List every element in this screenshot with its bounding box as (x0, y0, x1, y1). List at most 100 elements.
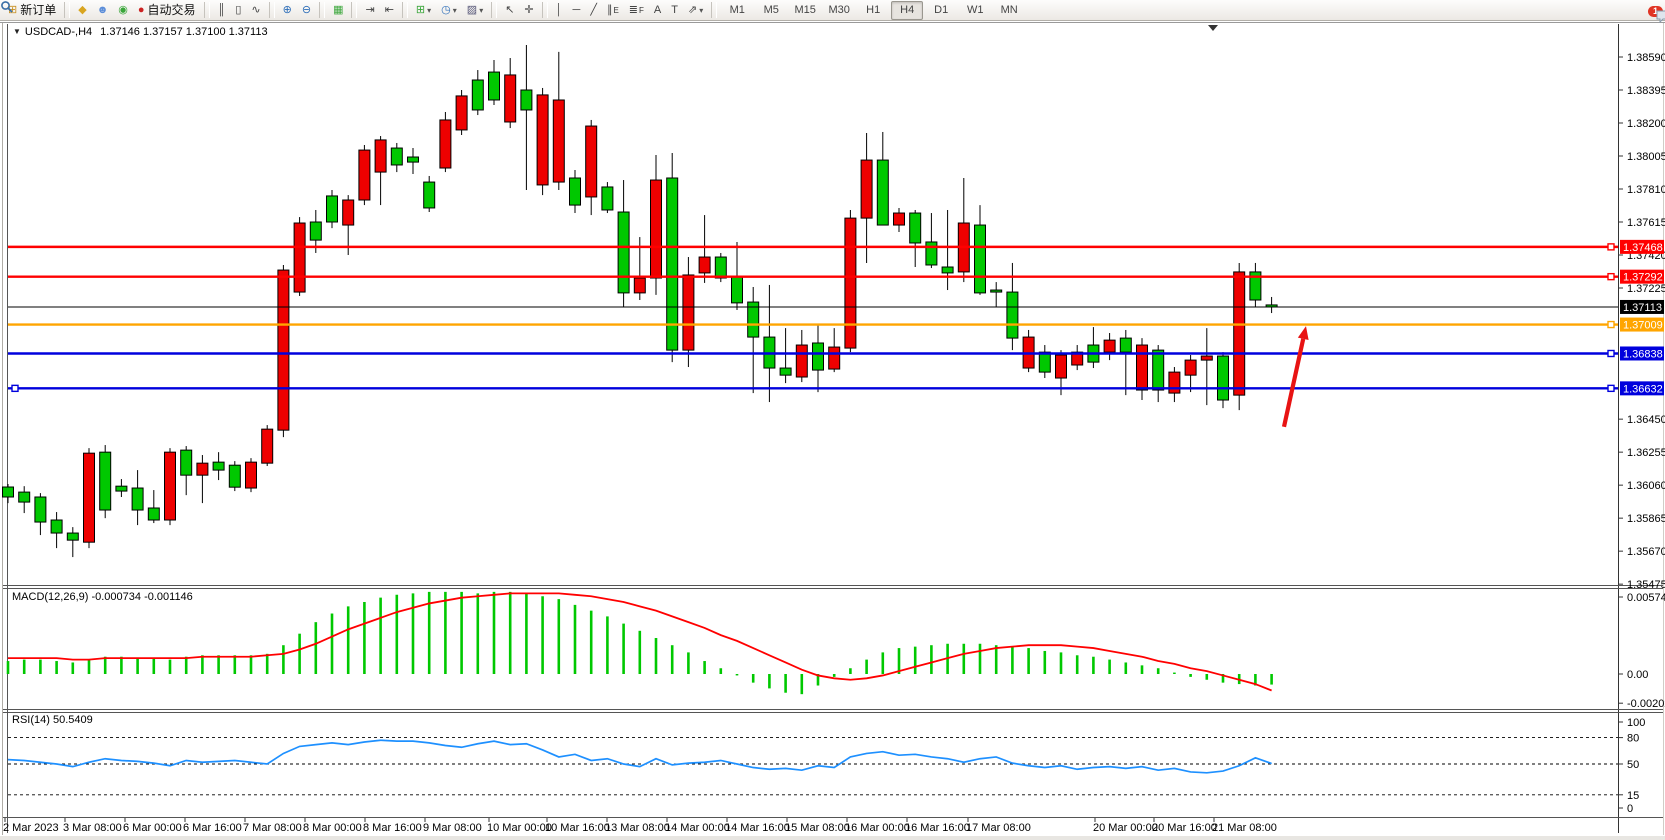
channel-button[interactable]: ∥E (603, 1, 623, 20)
bars-button[interactable]: ║ (214, 1, 230, 20)
pivot-line-handle[interactable] (1608, 322, 1614, 328)
candle-body (489, 72, 500, 100)
timeframe-w1[interactable]: W1 (959, 1, 991, 20)
fibo-button-letter: F (639, 2, 644, 19)
arrows-button[interactable]: ⇗▾ (684, 1, 707, 20)
template-button[interactable]: ▨▾ (463, 1, 487, 20)
template-button-icon: ▨ (467, 2, 477, 19)
channel-button-letter: E (613, 2, 618, 19)
toolbar-separator (269, 2, 275, 18)
cursor-button[interactable]: ↖ (501, 1, 518, 20)
time-tick-label: 6 Mar 16:00 (183, 822, 242, 834)
time-tick-label: 16 Mar 16:00 (905, 822, 970, 834)
time-tick-label: 21 Mar 08:00 (1212, 822, 1277, 834)
candle-body (699, 257, 710, 273)
trendline-button[interactable]: ╱ (586, 1, 601, 20)
chevron-down-icon[interactable]: ▾ (699, 2, 703, 19)
candle-body (796, 345, 807, 377)
candle-body (813, 343, 824, 370)
resistance-line-1-handle[interactable] (1608, 244, 1614, 250)
community-button[interactable]: ☻ (93, 1, 113, 20)
candle-body (715, 257, 726, 278)
zoom-out-button[interactable]: ⊖ (298, 1, 315, 20)
time-tick-label: 8 Mar 16:00 (363, 822, 422, 834)
chevron-down-icon[interactable]: ▾ (453, 2, 457, 19)
tile-windows-button[interactable]: ▦ (329, 1, 347, 20)
macd-tick-label: -0.002027 (1627, 698, 1665, 710)
candle-body (845, 218, 856, 348)
candle-body (634, 278, 645, 293)
candle-body (586, 126, 597, 197)
support-line-1-handle[interactable] (1608, 350, 1614, 356)
bid-price-label: 1.37113 (1623, 302, 1662, 314)
rsi-indicator-label: RSI(14) 50.5409 (12, 714, 93, 726)
rsi-tick-label: 0 (1627, 803, 1633, 815)
macd-tick-label: 0.00 (1627, 669, 1648, 681)
fibo-button[interactable]: ≣F (625, 1, 648, 20)
time-tick-label: 13 Mar 08:00 (605, 822, 670, 834)
chevron-down-icon[interactable]: ▾ (427, 2, 431, 19)
price-tick-label: 1.35475 (1627, 579, 1665, 591)
time-tick-label: 3 Mar 08:00 (63, 822, 122, 834)
candle-body (861, 160, 872, 218)
time-tick-label: 14 Mar 16:00 (725, 822, 790, 834)
channel-button-icon: ∥ (607, 2, 613, 19)
candle-body (343, 200, 354, 225)
candle-body (132, 488, 143, 510)
candles-button[interactable]: ▯ (231, 1, 245, 20)
chart-dropdown-icon[interactable]: ▼ (13, 27, 21, 36)
label-button-icon: T (671, 2, 678, 19)
price-tick-label: 1.35865 (1627, 513, 1665, 525)
candle-body (505, 75, 516, 122)
market-button[interactable]: ◆ (74, 1, 90, 20)
candle-body (67, 533, 78, 540)
candle-body (197, 463, 208, 475)
timeframe-m15[interactable]: M15 (789, 1, 821, 20)
candle-body (1137, 345, 1148, 390)
market-button-icon: ◆ (78, 2, 86, 19)
period-button[interactable]: ◷▾ (437, 1, 461, 20)
timeframe-h4[interactable]: H4 (891, 1, 923, 20)
candle-body (780, 368, 791, 375)
candle-body (553, 100, 564, 182)
new-chart-button[interactable]: ⊞▾ (412, 1, 435, 20)
autotrading-button[interactable]: ●自动交易 (134, 1, 200, 20)
candle-body (310, 222, 321, 240)
tile-windows-button-icon: ▦ (333, 2, 343, 19)
price-tick-label: 1.38005 (1627, 151, 1665, 163)
candle-body (926, 242, 937, 265)
support-line-2-left-handle[interactable] (12, 385, 18, 391)
timeframe-m1[interactable]: M1 (721, 1, 753, 20)
candle-body (148, 508, 159, 520)
macd-indicator-label: MACD(12,26,9) -0.000734 -0.001146 (12, 591, 193, 603)
label-button[interactable]: T (667, 1, 682, 20)
line-chart-button[interactable]: ∿ (247, 1, 264, 20)
time-tick-label: 15 Mar 08:00 (785, 822, 850, 834)
candle-body (570, 178, 581, 205)
timeframe-m30[interactable]: M30 (823, 1, 855, 20)
crosshair-button[interactable]: ✛ (520, 1, 537, 20)
auto-scroll-button[interactable]: ⇥ (361, 1, 378, 20)
chevron-down-icon[interactable]: ▾ (479, 2, 483, 19)
text-button[interactable]: A (650, 1, 665, 20)
chart-shift-button[interactable]: ⇤ (381, 1, 398, 20)
timeframe-d1[interactable]: D1 (925, 1, 957, 20)
price-tick-label: 1.35670 (1627, 546, 1665, 558)
news-button[interactable]: ◉ (114, 1, 132, 20)
candle-body (1185, 360, 1196, 375)
resistance-line-2-handle[interactable] (1608, 274, 1614, 280)
candle-body (213, 462, 224, 470)
candle-body (732, 277, 743, 303)
hline-button-icon: ─ (573, 2, 581, 19)
window-bottom-strip (0, 836, 1665, 840)
support-line-2-handle[interactable] (1608, 385, 1614, 391)
hline-button[interactable]: ─ (569, 1, 585, 20)
vline-button[interactable]: │ (552, 1, 567, 20)
zoom-in-button[interactable]: ⊕ (279, 1, 296, 20)
timeframe-mn[interactable]: MN (993, 1, 1025, 20)
timeframe-m5[interactable]: M5 (755, 1, 787, 20)
chart-canvas[interactable]: 1.385901.383951.382001.380051.378101.376… (0, 0, 1665, 840)
candle-body (651, 180, 662, 278)
timeframe-h1[interactable]: H1 (857, 1, 889, 20)
price-tick-label: 1.37810 (1627, 184, 1665, 196)
